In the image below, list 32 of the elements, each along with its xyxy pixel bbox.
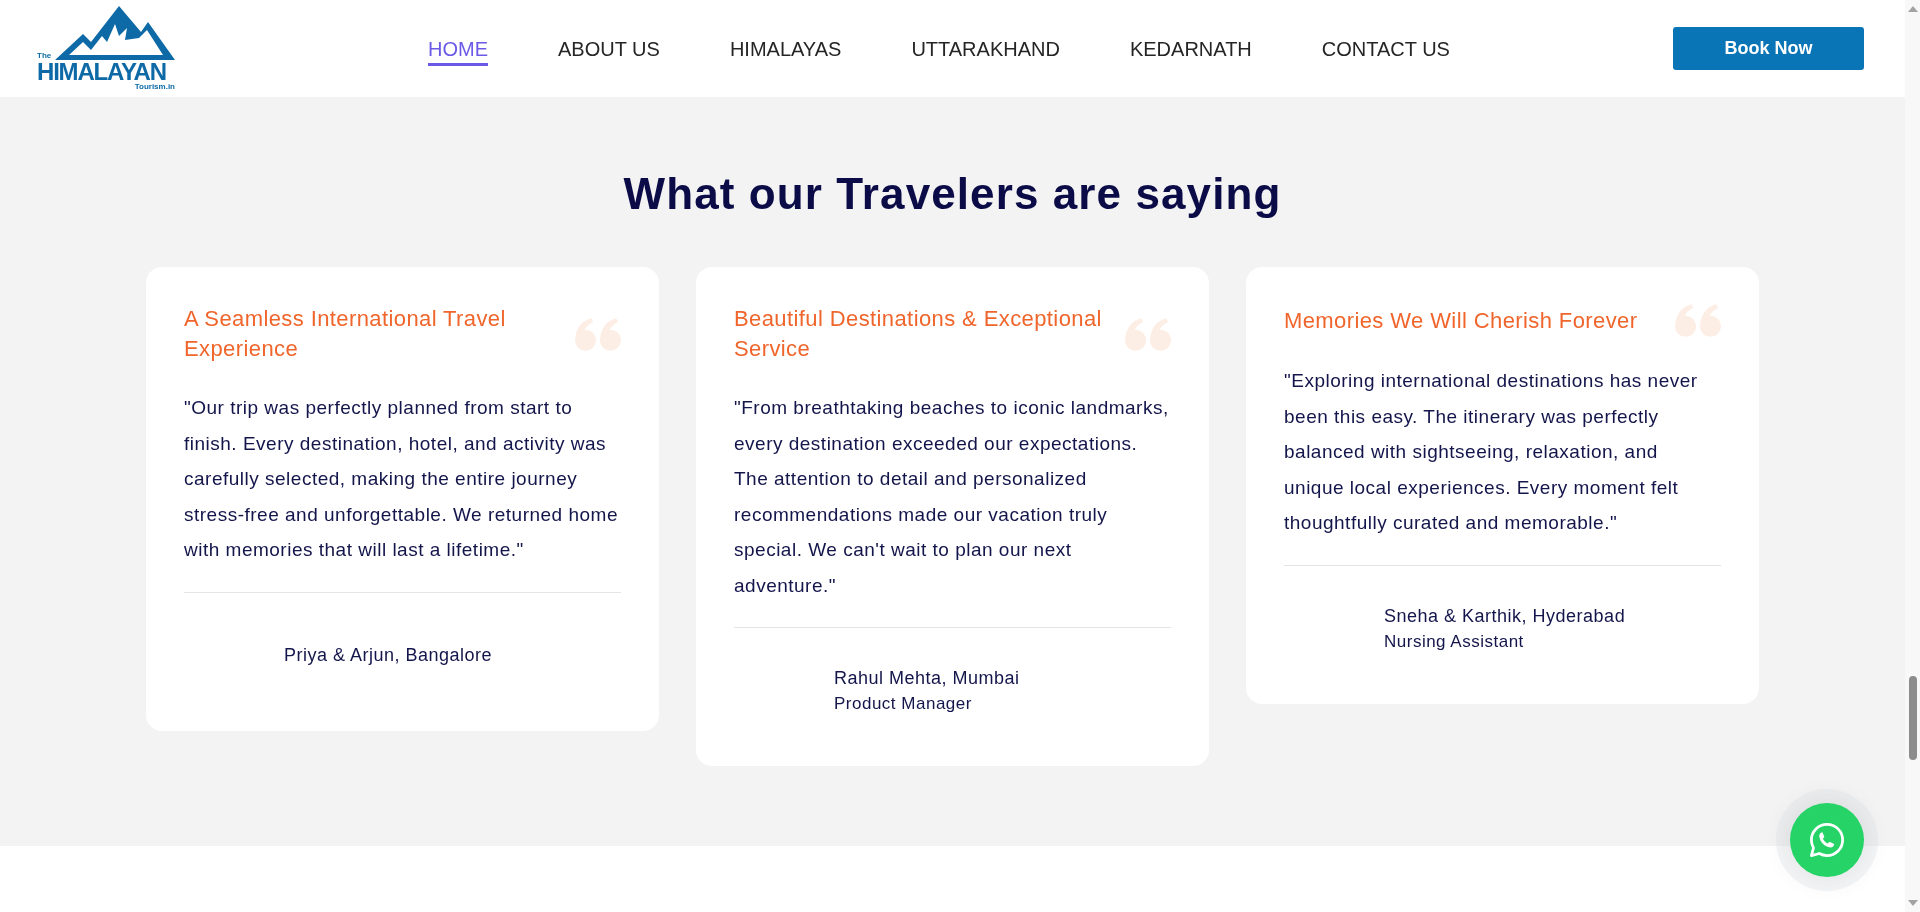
nav-link[interactable]: UTTARAKHAND [911, 31, 1060, 66]
scrollbar-thumb[interactable] [1908, 676, 1917, 760]
scroll-down-arrow-icon[interactable] [1907, 900, 1918, 906]
scrollbar[interactable] [1905, 0, 1920, 912]
nav-link[interactable]: KEDARNATH [1129, 31, 1252, 66]
quote-icon [575, 317, 621, 351]
testimonial-title: Beautiful Destinations & Exceptional Service [734, 305, 1103, 363]
testimonial-role: Product Manager [834, 693, 973, 715]
site-logo[interactable]: The HIMALAYAN Tourism.in [37, 6, 175, 91]
section-heading: What our Travelers are saying [623, 168, 1282, 220]
testimonial-author: Priya & Arjun, Bangalore [284, 643, 494, 667]
testimonial-title: Memories We Will Cherish Forever [1284, 306, 1639, 335]
book-now-button[interactable]: Book Now [1673, 27, 1864, 70]
scroll-up-arrow-icon[interactable] [1907, 6, 1918, 12]
testimonial-title: A Seamless International Travel Experience [184, 305, 507, 363]
nav-link[interactable]: HIMALAYAS [729, 31, 842, 66]
nav-link[interactable]: HOME [428, 31, 488, 66]
testimonial-author: Rahul Mehta, Mumbai [834, 667, 1021, 690]
nav-link[interactable]: ABOUT US [558, 31, 660, 66]
logo-wordmark: HIMALAYAN [37, 61, 166, 82]
testimonial-quote: "From breathtaking beaches to iconic landmarks, every destination exceeded our expectations. The attention to detail and personalized recommendations made our vacation truly special. We can't wait to plan our next adventure." [734, 396, 1170, 598]
testimonial-role: Nursing Assistant [1384, 630, 1525, 653]
testimonial-quote: "Our trip was perfectly planned from start to finish. Every destination, hotel, and activity was carefully selected, making the entire journey stress-free and unforgettable. We returned home with memories that will last a lifetime." [184, 396, 619, 562]
logo-tagline: Tourism.in [134, 82, 175, 91]
quote-icon [1675, 304, 1721, 337]
logo-prefix: The [37, 52, 53, 60]
whatsapp-icon [1807, 820, 1847, 860]
quote-icon [1125, 317, 1171, 351]
mountain-logo-icon [55, 6, 175, 60]
testimonial-quote: "Exploring international destinations has never been this easy. The itinerary was perfectly balanced with sightseeing, relaxation, and unique local experiences. Every moment felt thoughtfully curated and memorable." [1284, 369, 1699, 535]
nav-link[interactable]: CONTACT US [1321, 31, 1450, 66]
testimonial-author: Sneha & Karthik, Hyderabad [1384, 604, 1627, 628]
